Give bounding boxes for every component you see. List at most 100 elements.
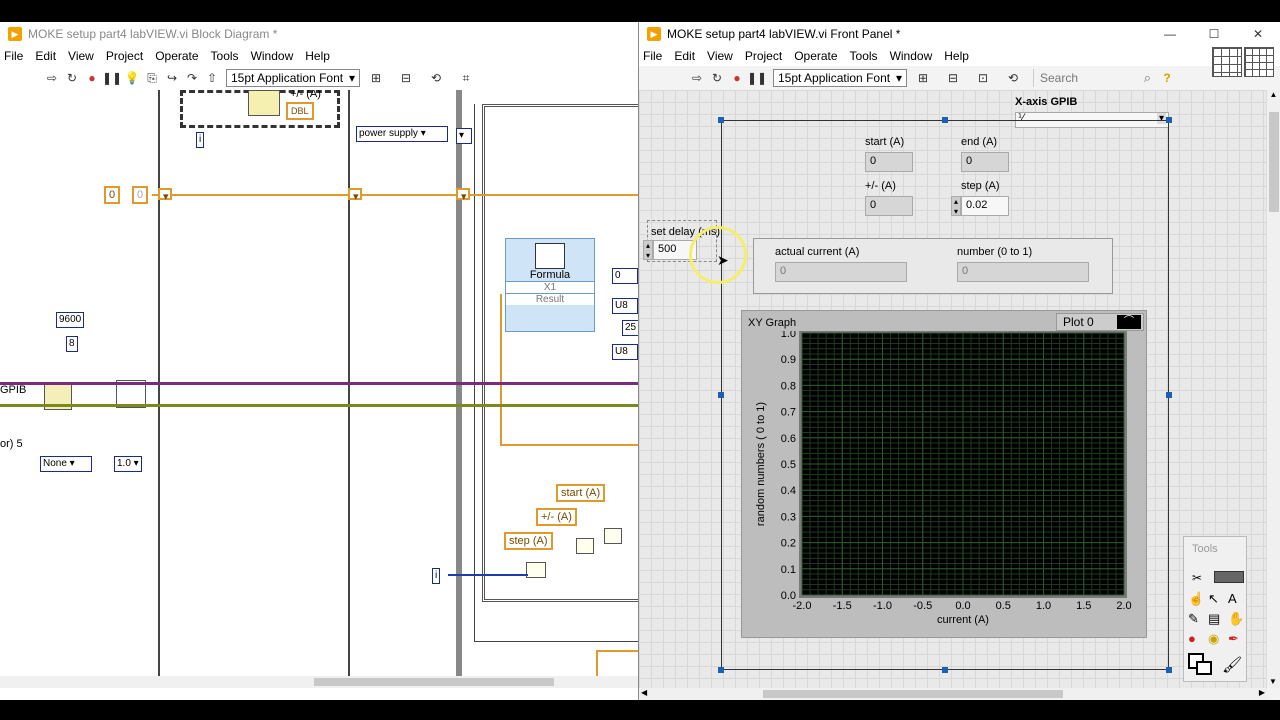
- start-control[interactable]: 0: [865, 152, 913, 172]
- front-panel-canvas[interactable]: X-axis GPIB ⅟ ▾ start (A) 0 end (A) 0 +/…: [639, 90, 1267, 688]
- step-into-icon[interactable]: ↪: [162, 69, 182, 87]
- get-color-tool-icon[interactable]: ✒: [1228, 631, 1239, 647]
- subvi-node[interactable]: [248, 90, 280, 116]
- stop-bits-constant[interactable]: 1.0 ▾: [114, 456, 142, 472]
- menu-edit[interactable]: Edit: [31, 49, 64, 63]
- front-panel-hscrollbar[interactable]: ◀ ▶: [639, 688, 1267, 700]
- font-select[interactable]: 15pt Application Font ▾: [773, 69, 907, 87]
- resize-handle[interactable]: [718, 667, 724, 673]
- maximize-icon[interactable]: ☐: [1192, 25, 1236, 43]
- numeric-indicator[interactable]: 0: [612, 268, 638, 284]
- step-increment-icon[interactable]: ▴ ▾: [951, 196, 961, 216]
- menu-window[interactable]: Window: [886, 49, 941, 63]
- distribute-objects-icon[interactable]: ⊟: [396, 69, 416, 87]
- edit-text-tool-icon[interactable]: A: [1228, 591, 1237, 606]
- multiply-node[interactable]: [576, 538, 594, 554]
- search-box[interactable]: Search ⌕: [1033, 69, 1151, 87]
- minimize-icon[interactable]: —: [1148, 25, 1192, 43]
- menu-edit[interactable]: Edit: [670, 49, 703, 63]
- object-shortcut-tool-icon[interactable]: ▤: [1208, 611, 1220, 627]
- paintbrush-tool-icon[interactable]: 🖌: [1222, 655, 1242, 675]
- front-panel-vscrollbar[interactable]: ▲ ▼: [1266, 90, 1280, 688]
- resize-handle[interactable]: [718, 392, 724, 398]
- help-icon[interactable]: ?: [1157, 69, 1177, 87]
- menu-project[interactable]: Project: [102, 49, 151, 63]
- step-over-icon[interactable]: ↷: [182, 69, 202, 87]
- step-local-variable[interactable]: step (A): [504, 532, 553, 550]
- menu-tools[interactable]: Tools: [207, 49, 247, 63]
- probe-tool-icon[interactable]: ◉: [1208, 631, 1219, 647]
- set-color-tool-icon[interactable]: [1188, 653, 1214, 677]
- scroll-down-icon[interactable]: ▼: [1269, 677, 1277, 686]
- numeric-constant[interactable]: 0: [132, 186, 149, 204]
- u8-indicator[interactable]: U8: [612, 344, 638, 360]
- resize-handle[interactable]: [942, 117, 948, 123]
- font-select[interactable]: 15pt Application Font ▾: [226, 69, 360, 87]
- connect-wire-tool-icon[interactable]: ✎: [1188, 611, 1199, 627]
- data-bits-constant[interactable]: 8: [66, 336, 78, 352]
- menu-help[interactable]: Help: [940, 49, 977, 63]
- abort-icon[interactable]: ●: [82, 69, 102, 87]
- block-diagram-titlebar[interactable]: ▶ MOKE setup part4 labVIEW.vi Block Diag…: [0, 22, 640, 46]
- automatic-tool-toggle[interactable]: [1214, 571, 1244, 583]
- close-icon[interactable]: ✕: [1236, 25, 1280, 43]
- menu-operate[interactable]: Operate: [790, 49, 845, 63]
- xy-graph-plot[interactable]: -2.0 -1.5 -1.0 -0.5 0.0 0.5 1.0 1.5 2.00.00.10.2…: [742, 331, 1148, 639]
- parity-enum[interactable]: None ▾: [40, 456, 92, 472]
- end-control[interactable]: 0: [961, 152, 1009, 172]
- menu-window[interactable]: Window: [247, 49, 302, 63]
- scroll-left-icon[interactable]: ◀: [641, 688, 647, 697]
- pause-icon[interactable]: ❚❚: [102, 69, 122, 87]
- resize-handle[interactable]: [1166, 392, 1172, 398]
- menu-view[interactable]: View: [703, 49, 741, 63]
- scroll-right-icon[interactable]: ▶: [1259, 688, 1265, 697]
- menu-file[interactable]: File: [0, 49, 31, 63]
- scroll-tool-icon[interactable]: ✋: [1228, 611, 1244, 627]
- block-diagram-hscrollbar[interactable]: [0, 676, 640, 688]
- pm-control[interactable]: 0: [865, 196, 913, 216]
- plot-legend[interactable]: Plot 0 ⌒: [1056, 313, 1144, 331]
- retain-wire-values-icon[interactable]: ⎘: [142, 69, 162, 87]
- resize-objects-icon[interactable]: ⊡: [973, 69, 993, 87]
- xy-graph[interactable]: XY Graph Plot 0 ⌒ -2.0 -1.5 -1.0 -0.5 0.0 0.5…: [741, 310, 1147, 638]
- breakpoint-tool-icon[interactable]: ●: [1188, 631, 1196, 646]
- menu-view[interactable]: View: [64, 49, 102, 63]
- start-local-variable[interactable]: start (A): [556, 484, 606, 502]
- multiply-node[interactable]: [604, 528, 622, 544]
- formula-input-x1[interactable]: X1: [506, 281, 594, 293]
- plot-style-icon[interactable]: ⌒: [1117, 315, 1141, 329]
- highlight-execution-icon[interactable]: 💡: [122, 69, 142, 87]
- delay-increment-icon[interactable]: ▴ ▾: [643, 240, 653, 260]
- u8-indicator[interactable]: U8: [612, 298, 638, 314]
- scrollbar-thumb[interactable]: [314, 678, 554, 686]
- align-objects-icon[interactable]: ⊞: [913, 69, 933, 87]
- resize-handle[interactable]: [718, 117, 724, 123]
- increment-node[interactable]: [526, 562, 546, 578]
- operate-value-tool-icon[interactable]: ☝: [1188, 591, 1204, 607]
- scrollbar-thumb[interactable]: [1269, 112, 1279, 212]
- pm-local-variable[interactable]: +/- (A): [536, 508, 577, 526]
- formula-output-result[interactable]: Result: [506, 293, 594, 305]
- resize-handle[interactable]: [1166, 117, 1172, 123]
- menu-operate[interactable]: Operate: [151, 49, 206, 63]
- cleanup-diagram-icon[interactable]: ⌗: [456, 69, 476, 87]
- run-icon[interactable]: ⇨: [687, 69, 707, 87]
- step-control[interactable]: 0.02: [961, 196, 1009, 216]
- step-out-icon[interactable]: ⇧: [202, 69, 222, 87]
- case-selector-icon[interactable]: ▾: [456, 128, 472, 144]
- abort-icon[interactable]: ●: [727, 69, 747, 87]
- run-continuously-icon[interactable]: ↻: [707, 69, 727, 87]
- reorder-icon[interactable]: ⟲: [426, 69, 446, 87]
- menu-tools[interactable]: Tools: [846, 49, 886, 63]
- menu-project[interactable]: Project: [741, 49, 790, 63]
- position-size-tool-icon[interactable]: ↖: [1208, 591, 1219, 607]
- numeric-constant[interactable]: 0: [104, 186, 121, 204]
- scroll-up-icon[interactable]: ▲: [1267, 90, 1280, 99]
- scrollbar-thumb[interactable]: [763, 690, 1063, 698]
- resize-handle[interactable]: [1166, 667, 1172, 673]
- distribute-objects-icon[interactable]: ⊟: [943, 69, 963, 87]
- menu-file[interactable]: File: [639, 49, 670, 63]
- power-supply-enum[interactable]: power supply ▾: [356, 126, 448, 142]
- resize-handle[interactable]: [942, 667, 948, 673]
- run-continuously-icon[interactable]: ↻: [62, 69, 82, 87]
